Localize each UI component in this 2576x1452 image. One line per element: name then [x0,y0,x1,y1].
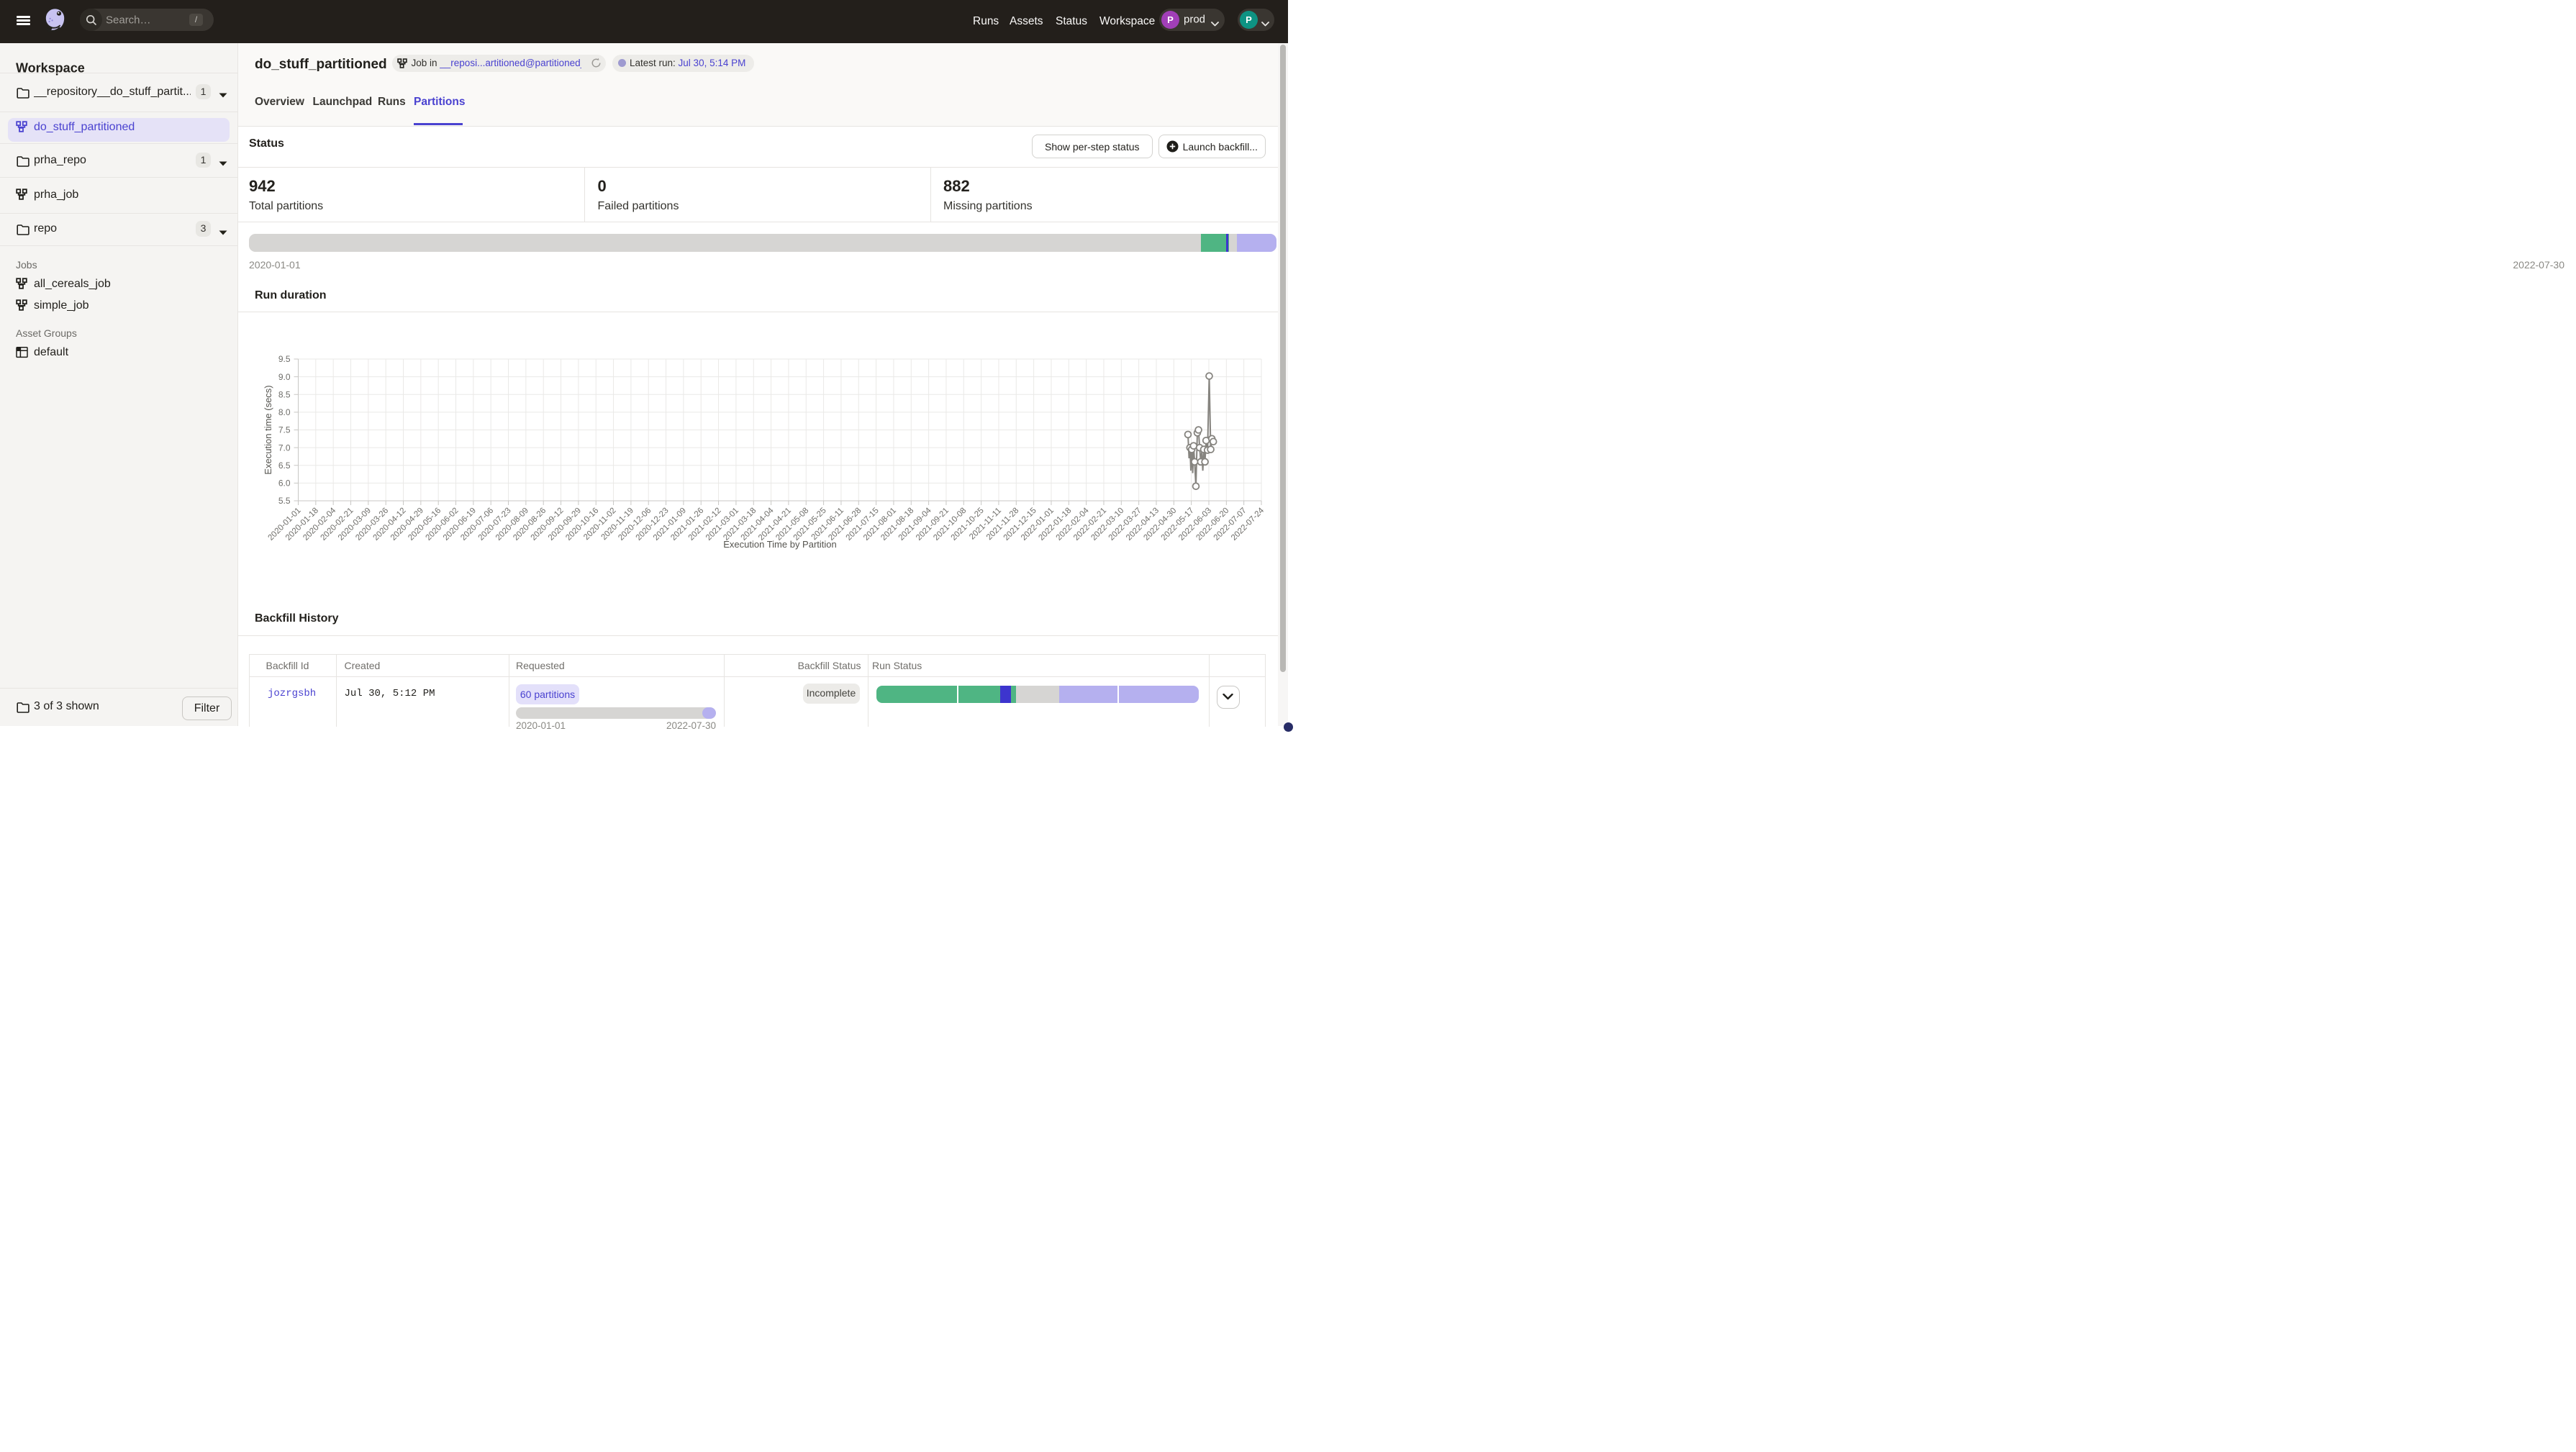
svg-text:9.5: 9.5 [278,354,291,364]
svg-text:8.5: 8.5 [278,389,291,399]
svg-text:6.0: 6.0 [278,478,291,489]
svg-text:6.5: 6.5 [278,460,291,471]
svg-text:5.5: 5.5 [278,496,291,506]
svg-text:8.0: 8.0 [278,407,291,417]
svg-text:Execution time (secs): Execution time (secs) [263,385,273,474]
svg-text:7.5: 7.5 [278,425,291,435]
svg-text:7.0: 7.0 [278,443,291,453]
svg-text:9.0: 9.0 [278,372,291,382]
svg-text:Execution Time by Partition: Execution Time by Partition [723,539,837,550]
